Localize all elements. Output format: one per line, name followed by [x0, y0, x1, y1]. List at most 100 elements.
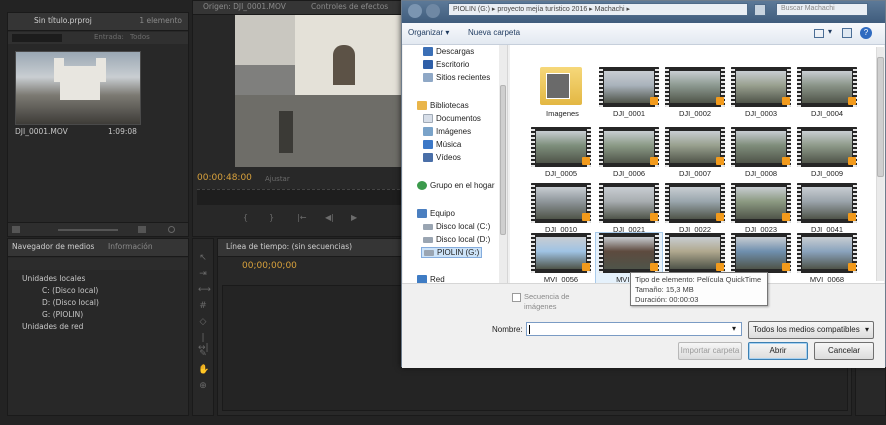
tree-network-drives[interactable]: Unidades de red — [22, 322, 83, 331]
tab-media-browser[interactable]: Navegador de medios — [12, 242, 94, 251]
tab-info[interactable]: Información — [108, 242, 153, 251]
nav-item-desktop[interactable]: Escritorio — [423, 60, 469, 69]
video-file-item[interactable]: DJI_0007 — [662, 127, 728, 183]
name-input[interactable] — [526, 322, 742, 336]
tab-source[interactable]: Origen: DJI_0001.MOV — [203, 2, 286, 11]
video-file-item[interactable]: DJI_0021 — [596, 183, 662, 239]
video-file-item[interactable]: DJI_0004 — [794, 67, 860, 123]
video-file-item[interactable]: DJI_0023 — [728, 183, 794, 239]
nav-scrollbar[interactable] — [499, 45, 507, 283]
refresh-icon[interactable] — [754, 4, 766, 16]
preview-pane-icon[interactable] — [842, 28, 852, 38]
address-bar[interactable]: PIOLIN (G:) ▸ proyecto mejía turístico 2… — [448, 3, 748, 16]
view-dropdown-icon[interactable]: ▾ — [828, 27, 832, 36]
video-file-item[interactable]: DJI_0003 — [728, 67, 794, 123]
tree-drive-g[interactable]: G: (PIOLIN) — [42, 310, 83, 319]
folder-icon — [540, 67, 582, 105]
video-frame — [670, 187, 720, 219]
video-file-item[interactable]: DJI_0041 — [794, 183, 860, 239]
razor-tool-icon[interactable]: ◇ — [198, 317, 208, 327]
nav-item-videos[interactable]: Vídeos — [423, 153, 461, 162]
view-options-icon[interactable] — [814, 29, 824, 38]
source-video-frame — [235, 15, 407, 167]
source-scrub-bar[interactable] — [197, 189, 405, 205]
video-file-item[interactable]: DJI_0006 — [596, 127, 662, 183]
project-clip-thumbnail[interactable] — [15, 51, 141, 125]
back-icon[interactable] — [408, 4, 422, 18]
ripple-edit-tool-icon[interactable]: ⟷ — [198, 285, 211, 295]
rolling-edit-tool-icon[interactable]: # — [198, 301, 208, 311]
file-type-filter-value: Todos los medios compatibles — [753, 325, 860, 334]
mark-in-icon[interactable]: { — [243, 213, 248, 222]
tab-effect-controls[interactable]: Controles de efectos — [311, 2, 388, 11]
video-file-item[interactable]: DJI_0008 — [728, 127, 794, 183]
video-frame — [670, 131, 720, 163]
organize-button[interactable]: Organizar ▾ — [408, 28, 449, 37]
search-field[interactable] — [12, 34, 62, 42]
film-perforation — [599, 233, 603, 273]
file-type-filter[interactable]: Todos los medios compatibles ▾ — [748, 321, 874, 339]
video-file-item[interactable]: MVI_0068 — [794, 233, 860, 289]
file-grid-scrollbar-thumb[interactable] — [877, 57, 884, 177]
zoom-slider[interactable] — [58, 229, 118, 231]
entrada-select[interactable]: Todos — [130, 33, 150, 41]
cancel-button[interactable]: Cancelar — [814, 342, 874, 360]
forward-icon[interactable] — [426, 4, 440, 18]
selection-tool-icon[interactable]: ↖ — [198, 253, 208, 263]
video-file-item[interactable]: DJI_0022 — [662, 183, 728, 239]
file-label: Imagenes — [546, 109, 579, 118]
name-dropdown-icon[interactable]: ▾ — [732, 324, 736, 333]
nav-scrollbar-thumb[interactable] — [500, 85, 506, 235]
sequence-checkbox[interactable] — [512, 293, 521, 302]
nav-item-drive-d[interactable]: Disco local (D:) — [423, 235, 490, 244]
nav-item-music[interactable]: Música — [423, 140, 461, 149]
tab-timeline[interactable]: Línea de tiempo: (sin secuencias) — [226, 242, 352, 251]
video-file-item[interactable]: DJI_0001 — [596, 67, 662, 123]
video-file-item[interactable]: DJI_0009 — [794, 127, 860, 183]
nav-item-computer[interactable]: Equipo — [417, 209, 455, 218]
tree-drive-c[interactable]: C: (Disco local) — [42, 286, 98, 295]
film-perforation — [797, 67, 801, 107]
go-to-in-icon[interactable]: |← — [297, 213, 306, 222]
new-bin-icon[interactable] — [138, 226, 146, 233]
nav-item-piolin[interactable]: PIOLIN (G:) — [421, 247, 483, 258]
fit-dropdown[interactable]: Ajustar — [265, 175, 290, 183]
church-facade — [60, 66, 100, 100]
hand-tool-icon[interactable]: ✋ — [198, 365, 209, 375]
nav-item-pictures[interactable]: Imágenes — [423, 127, 471, 136]
play-badge-icon — [582, 263, 590, 271]
video-file-item[interactable]: DJI_0010 — [528, 183, 594, 239]
folder-item[interactable]: Imagenes — [528, 67, 594, 123]
track-select-tool-icon[interactable]: ⇥ — [198, 269, 208, 279]
tree-local-drives[interactable]: Unidades locales — [22, 274, 85, 283]
new-folder-button[interactable]: Nueva carpeta — [468, 28, 520, 37]
help-icon[interactable]: ? — [860, 27, 872, 39]
media-browser-header: Navegador de medios Información — [8, 239, 188, 257]
file-grid-scrollbar[interactable] — [876, 47, 884, 281]
nav-item-homegroup[interactable]: Grupo en el hogar — [417, 181, 495, 190]
open-button[interactable]: Abrir — [748, 342, 808, 360]
search-box[interactable]: Buscar Machachi — [776, 3, 868, 16]
mark-out-icon[interactable]: } — [269, 213, 274, 222]
slip-tool-icon[interactable]: |↔| — [198, 333, 209, 353]
video-file-item[interactable]: DJI_0002 — [662, 67, 728, 123]
tree-drive-d[interactable]: D: (Disco local) — [42, 298, 99, 307]
play-badge-icon — [650, 157, 658, 165]
file-label: DJI_0007 — [678, 169, 712, 178]
list-view-icon[interactable] — [12, 226, 20, 233]
video-thumbnail — [731, 233, 791, 273]
play-icon[interactable]: ▶ — [351, 213, 357, 222]
step-back-icon[interactable]: ◀| — [325, 213, 334, 222]
nav-item-documents[interactable]: Documentos — [423, 114, 481, 123]
nav-item-libraries[interactable]: Bibliotecas — [417, 101, 469, 110]
nav-item-recent[interactable]: Sitios recientes — [423, 73, 490, 82]
video-file-item[interactable]: DJI_0005 — [528, 127, 594, 183]
pen-tool-icon[interactable]: ✎ — [198, 349, 208, 359]
import-folder-button[interactable]: Importar carpeta — [678, 342, 742, 360]
zoom-tool-icon[interactable]: ⊕ — [198, 381, 208, 391]
search-icon[interactable] — [168, 226, 175, 233]
play-badge-icon — [582, 213, 590, 221]
nav-item-downloads[interactable]: Descargas — [423, 47, 474, 56]
video-file-item[interactable]: MVI_0056 — [528, 233, 594, 289]
nav-item-drive-c[interactable]: Disco local (C:) — [423, 222, 490, 231]
